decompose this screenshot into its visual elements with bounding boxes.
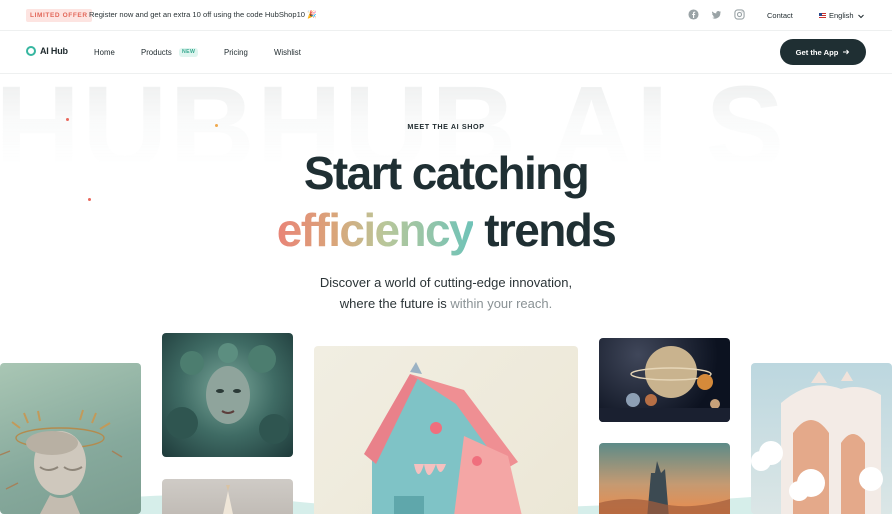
greek-statue-illustration (0, 409, 123, 514)
logo[interactable]: AI Hub (26, 46, 68, 56)
dessert-illustration (223, 485, 233, 514)
nav-products[interactable]: Products (141, 48, 172, 57)
sea-woman-illustration (166, 343, 289, 444)
promo-text: Register now and get an extra 10 off usi… (89, 10, 317, 19)
hero-title-line1: Start catching (303, 147, 590, 199)
language-label: English (829, 11, 854, 20)
limited-offer-badge: LIMITED OFFER (26, 9, 92, 22)
us-flag-icon (819, 13, 826, 18)
melting-house-image[interactable] (314, 346, 578, 514)
instagram-icon[interactable] (734, 9, 745, 20)
nav-pricing[interactable]: Pricing (224, 48, 248, 57)
hero-subtitle-muted: within your reach. (450, 296, 553, 311)
get-the-app-label: Get the App (795, 47, 839, 57)
hero-title-line2: efficiency trends (0, 207, 892, 253)
dessert-image[interactable] (162, 479, 293, 514)
melting-house-illustration (364, 362, 522, 514)
nav-wishlist[interactable]: Wishlist (274, 48, 301, 57)
logo-ring-icon (26, 46, 36, 56)
planets-illustration (599, 346, 730, 422)
greek-statue-image[interactable] (0, 363, 141, 514)
decor-dot (66, 118, 69, 121)
facebook-icon[interactable] (688, 9, 699, 20)
contact-link[interactable]: Contact (767, 11, 793, 20)
language-selector[interactable]: English (819, 11, 865, 20)
planets-image[interactable] (599, 338, 730, 422)
white-palace-illustration (751, 371, 883, 514)
logo-text: AI Hub (40, 46, 68, 56)
arrow-right-icon (843, 49, 850, 55)
sunset-castle-image[interactable] (599, 443, 730, 514)
nav-home[interactable]: Home (94, 48, 115, 57)
decor-dot (88, 198, 91, 201)
get-the-app-button[interactable]: Get the App (780, 39, 866, 65)
social-links (688, 9, 745, 20)
sunset-castle-illustration (599, 461, 730, 514)
announcement-bar: LIMITED OFFER Register now and get an ex… (0, 0, 892, 31)
hero-title-gradient-word: efficiency (276, 204, 475, 256)
hero-title-rest: trends (484, 204, 617, 256)
new-badge: NEW (179, 48, 199, 57)
twitter-icon[interactable] (711, 9, 722, 20)
chevron-down-icon (857, 14, 864, 18)
white-palace-image[interactable] (751, 363, 892, 514)
hero-subtitle-line1: Discover a world of cutting-edge innovat… (319, 275, 573, 290)
hero-subtitle-line2: where the future is within your reach. (0, 297, 892, 310)
hero-subtitle-strong: where the future is (339, 296, 447, 311)
sea-woman-portrait-image[interactable] (162, 333, 293, 457)
hero-eyebrow: MEET THE AI SHOP (407, 122, 485, 131)
